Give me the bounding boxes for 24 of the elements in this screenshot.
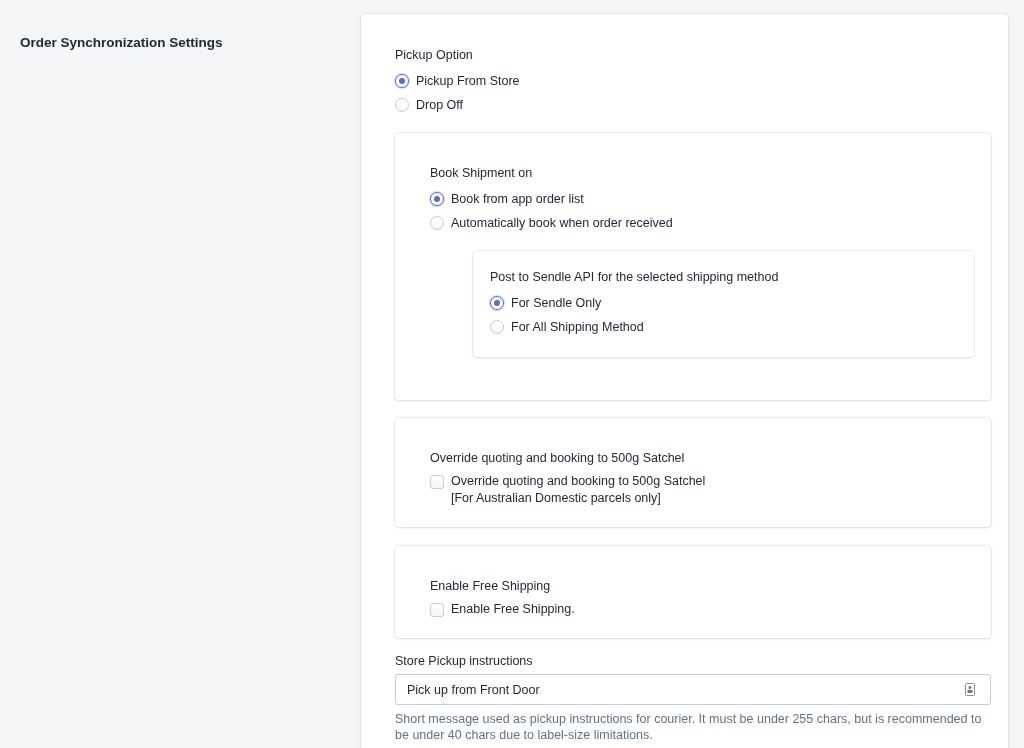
checkbox-label: Override quoting and booking to 500g Satchel <box>451 473 706 490</box>
group-label: Post to Sendle API for the selected shipping method <box>490 269 780 286</box>
radio-label: Pickup From Store <box>416 72 520 90</box>
radio-button[interactable] <box>490 296 504 310</box>
text-field[interactable]: Pick up from Front Door <box>395 674 991 705</box>
group-label: Pickup Option <box>395 47 474 64</box>
help-text: Short message used as pickup instructions for courier. It must be under 255 chars, but is recommended to be under 40 chars due to label-size limitations. <box>395 711 983 743</box>
group-label: Book Shipment on <box>430 165 534 182</box>
radio-label: For Sendle Only <box>511 294 602 312</box>
radio-button[interactable] <box>395 74 409 88</box>
group-label: Enable Free Shipping <box>430 578 552 595</box>
checkbox[interactable] <box>430 603 444 617</box>
field-label: Store Pickup instructions <box>395 653 534 670</box>
radio-label: Automatically book when order received <box>451 214 673 232</box>
checkbox[interactable] <box>430 475 444 489</box>
checkbox-note: [For Australian Domestic parcels only] <box>451 490 662 506</box>
radio-label: For All Shipping Method <box>511 318 644 336</box>
checkbox-label: Enable Free Shipping. <box>451 601 575 618</box>
radio-label: Drop Off <box>416 96 463 114</box>
radio-label: Book from app order list <box>451 190 584 208</box>
contact-card-icon <box>965 683 975 696</box>
section-title: Order Synchronization Settings <box>20 34 224 52</box>
radio-button[interactable] <box>430 192 444 206</box>
group-label: Override quoting and booking to 500g Satchel <box>430 450 686 467</box>
